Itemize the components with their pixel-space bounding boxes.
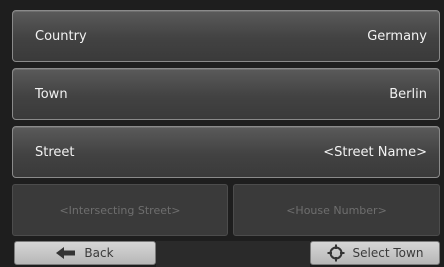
address-entry-screen: Country Germany Town Berlin Street <Stre… <box>0 0 444 267</box>
street-field[interactable]: Street <Street Name> <box>12 126 440 178</box>
house-number-field: <House Number> <box>233 184 440 236</box>
town-label: Town <box>35 86 68 102</box>
country-field[interactable]: Country Germany <box>12 10 440 62</box>
arrow-left-icon <box>56 247 76 259</box>
select-town-button[interactable]: Select Town <box>310 241 440 265</box>
intersecting-street-field: <Intersecting Street> <box>12 184 228 236</box>
select-town-label: Select Town <box>352 246 424 260</box>
back-button[interactable]: Back <box>14 241 156 265</box>
town-field[interactable]: Town Berlin <box>12 68 440 120</box>
country-value: Germany <box>367 28 427 44</box>
bottom-bar-spacer <box>156 241 310 267</box>
crosshair-icon <box>327 244 345 262</box>
country-label: Country <box>35 28 87 44</box>
town-value: Berlin <box>389 86 427 102</box>
street-label: Street <box>35 144 75 160</box>
street-value: <Street Name> <box>323 144 427 160</box>
back-button-label: Back <box>84 246 114 260</box>
